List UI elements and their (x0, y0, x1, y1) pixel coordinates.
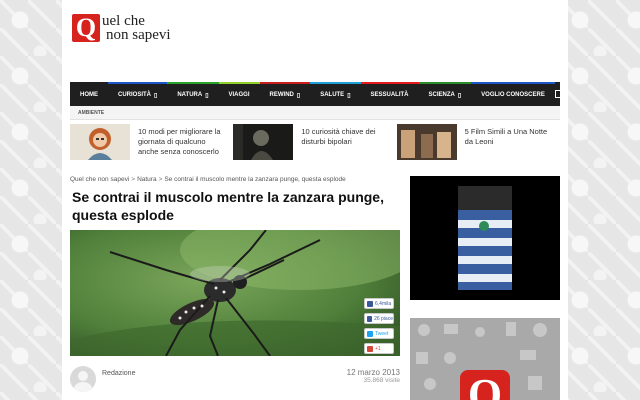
logo-line-1: uel che (102, 13, 145, 29)
nav-item-label: CURIOSITÀ (118, 92, 151, 98)
dropdown-icon: ▯ (296, 92, 301, 99)
google-plus-button[interactable]: +1 (364, 343, 394, 354)
facebook-count: 26 piace (374, 315, 393, 322)
logo-text: uel che non sapevi (102, 13, 171, 43)
site-logo[interactable]: Q uel che non sapevi (72, 13, 171, 43)
gplus-label: +1 (375, 345, 381, 352)
twitter-icon (367, 330, 373, 337)
facebook-like-button[interactable]: 26 piace (364, 313, 394, 324)
sidebar-widget: Q (410, 318, 560, 400)
nav-item-viaggi[interactable]: VIAGGI (218, 82, 260, 106)
like-count: 6,4mila (375, 300, 392, 307)
featured-post[interactable]: 10 modi per migliorare la giornata di qu… (70, 124, 227, 164)
post-date: 12 marzo 2013 (346, 368, 400, 377)
nav-item-voglio-conoscere[interactable]: VOGLIO CONOSCERE (471, 82, 555, 106)
nav-item-label: SALUTE (320, 92, 345, 98)
mosquito-photo (70, 230, 400, 356)
logo-line-2: non sapevi (106, 27, 171, 43)
breadcrumb-category[interactable]: Natura (137, 176, 157, 183)
dropdown-icon: ▯ (205, 92, 209, 99)
post-views: 35.868 visite (363, 377, 401, 384)
nav-item-label: HOME (80, 92, 98, 98)
subnav: AMBIENTE (70, 106, 560, 120)
featured-title: 10 curiosità chiave dei disturbi bipolar… (301, 127, 376, 146)
logo-q-icon: Q (72, 14, 100, 42)
tweet-button[interactable]: Tweet (364, 328, 394, 339)
featured-posts: 10 modi per migliorare la giornata di qu… (70, 124, 560, 164)
dropdown-icon: ▯ (457, 92, 462, 99)
subnav-item-ambiente[interactable]: AMBIENTE (78, 110, 104, 116)
google-plus-icon (367, 345, 373, 352)
dropdown-icon: ▯ (154, 92, 158, 99)
page-container: Q uel che non sapevi HOME CURIOSITÀ ▯ NATUR… (62, 0, 568, 400)
author-box: Redazione 12 marzo 2013 35.868 visite (70, 366, 400, 396)
thumbs-up-icon (367, 300, 373, 307)
post-image: 6,4mila 26 piace Tweet +1 (70, 230, 400, 356)
featured-thumbnail (233, 124, 294, 160)
nav-item-sessualit-[interactable]: SESSUALITÀ (360, 82, 419, 106)
nav-item-label: VOGLIO CONOSCERE (481, 92, 545, 98)
widget-logo-q: Q (460, 370, 510, 400)
breadcrumb: Quel che non sapevi > Natura > Se contrai il… (70, 176, 346, 183)
dropdown-icon: ▯ (347, 92, 351, 99)
main-nav: HOME CURIOSITÀ ▯ NATURA ▯ VIAGGI REWIND ▯ SALUTE… (70, 82, 563, 106)
like-button[interactable]: 6,4mila (364, 298, 394, 309)
featured-title: 10 modi per migliorare la giornata di qu… (138, 127, 221, 156)
post-title: Se contrai il muscolo mentre la zanzara … (72, 189, 384, 223)
featured-thumbnail (396, 124, 457, 160)
featured-post[interactable]: 10 curiosità chiave dei disturbi bipolar… (233, 124, 390, 164)
search-icon (554, 90, 563, 98)
nav-item-curiosit-[interactable]: CURIOSITÀ ▯ (108, 82, 168, 106)
featured-title: 5 Film Simili a Una Notte da Leoni (464, 127, 548, 146)
breadcrumb-current: Se contrai il muscolo mentre la zanzara … (164, 176, 346, 183)
search-button[interactable] (554, 82, 563, 106)
nav-item-home[interactable]: HOME (70, 82, 108, 106)
nav-item-label: SESSUALITÀ (370, 92, 409, 98)
breadcrumb-home[interactable]: Quel che non sapevi (70, 176, 129, 183)
nav-item-salute[interactable]: SALUTE ▯ (310, 82, 361, 106)
nav-item-label: REWIND (269, 92, 294, 98)
author-name[interactable]: Redazione (102, 370, 135, 377)
video-frame (458, 186, 512, 290)
breadcrumb-separator: > (131, 176, 136, 183)
featured-thumbnail (70, 124, 130, 160)
share-buttons: 6,4mila 26 piace Tweet +1 (364, 298, 394, 354)
nav-item-label: SCIENZA (428, 92, 455, 98)
nav-item-natura[interactable]: NATURA ▯ (167, 82, 219, 106)
nav-item-scienza[interactable]: SCIENZA ▯ (418, 82, 472, 106)
facebook-icon (367, 315, 373, 322)
sidebar-video-ad[interactable] (410, 176, 560, 300)
nav-item-rewind[interactable]: REWIND ▯ (259, 82, 311, 106)
breadcrumb-separator: > (158, 176, 163, 183)
nav-item-label: NATURA (177, 92, 203, 98)
avatar (70, 366, 96, 392)
featured-post[interactable]: 5 Film Simili a Una Notte da Leoni (396, 124, 554, 164)
nav-item-label: VIAGGI (228, 92, 250, 98)
tweet-label: Tweet (375, 330, 389, 337)
